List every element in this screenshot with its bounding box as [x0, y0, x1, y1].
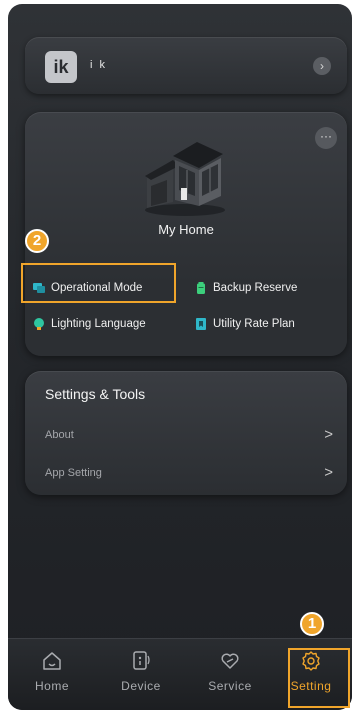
highlight-setting-tab [288, 648, 350, 708]
rate-plan-icon [196, 318, 206, 330]
device-icon [133, 651, 150, 670]
about-label: About [45, 429, 74, 441]
username: i k [90, 59, 107, 71]
app-screen: ik i k › ··· My Home Operational Mode Ba… [8, 4, 352, 710]
chevron-right-icon[interactable]: › [313, 57, 331, 75]
house-illustration [145, 142, 225, 216]
more-options-button[interactable]: ··· [315, 127, 337, 149]
tab-label: Device [121, 679, 161, 693]
lighting-icon [34, 318, 44, 330]
step-badge-1: 1 [300, 612, 324, 636]
chevron-right-icon: > [324, 464, 333, 481]
battery-icon [197, 282, 205, 294]
settings-tools-card: Settings & Tools About > App Setting > [25, 371, 347, 495]
lighting-language-label: Lighting Language [51, 318, 146, 330]
backup-reserve-label: Backup Reserve [213, 282, 298, 294]
highlight-operational-mode [21, 263, 176, 303]
avatar: ik [45, 51, 77, 83]
tab-label: Service [208, 679, 252, 693]
about-row[interactable]: About > [25, 422, 347, 452]
tab-label: Home [34, 679, 69, 693]
utility-rate-plan-label: Utility Rate Plan [213, 318, 295, 330]
section-title: Settings & Tools [45, 386, 146, 402]
step-badge-2: 2 [25, 229, 49, 253]
home-icon [43, 652, 61, 670]
service-icon [221, 653, 239, 669]
utility-rate-plan-button[interactable]: Utility Rate Plan [195, 318, 295, 330]
chevron-right-icon: > [324, 426, 333, 443]
home-card: ··· My Home Operational Mode Backup Rese… [25, 112, 347, 356]
app-setting-row[interactable]: App Setting > [25, 460, 347, 490]
lighting-language-button[interactable]: Lighting Language [33, 318, 146, 330]
backup-reserve-button[interactable]: Backup Reserve [195, 282, 297, 294]
app-setting-label: App Setting [45, 467, 102, 479]
home-name: My Home [158, 222, 214, 237]
tab-service[interactable]: Service [195, 649, 265, 693]
tab-device[interactable]: Device [106, 649, 176, 693]
profile-card[interactable]: ik i k › [25, 37, 347, 94]
tab-home[interactable]: Home [17, 649, 87, 693]
